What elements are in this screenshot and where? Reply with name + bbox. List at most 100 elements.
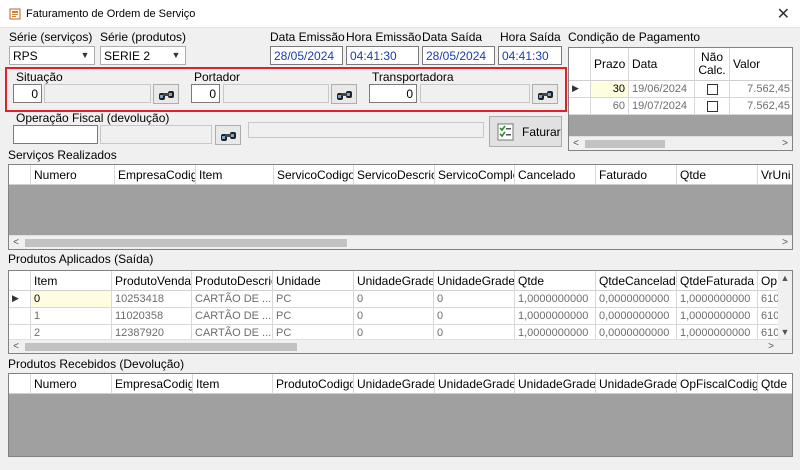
scroll-left-icon[interactable]: <	[569, 137, 583, 150]
cell-nao-calc[interactable]	[695, 81, 730, 98]
col-header[interactable]: UnidadeGrade	[354, 374, 435, 394]
data-saida-field[interactable]: 28/05/2024	[422, 46, 495, 65]
situacao-search-button[interactable]	[153, 84, 179, 104]
scroll-thumb[interactable]	[25, 343, 297, 351]
cell[interactable]: 0,0000000000	[596, 325, 677, 339]
cell[interactable]: 1,0000000000	[515, 291, 596, 308]
cell[interactable]: 0,0000000000	[596, 308, 677, 325]
cell-nao-calc[interactable]	[695, 98, 730, 115]
col-header-nao-calc[interactable]: Não Calc.	[695, 48, 730, 81]
col-header[interactable]: ServicoCodigo	[274, 165, 354, 185]
cell[interactable]: 1	[31, 308, 112, 325]
col-header[interactable]: ProdutoCodigo	[273, 374, 354, 394]
col-header[interactable]: UnidadeGrade	[596, 374, 677, 394]
col-header[interactable]: Numero	[31, 374, 112, 394]
table-row[interactable]: ▶ 0 10253418 CARTÃO DE ... PC 0 0 1,0000…	[9, 291, 780, 308]
cell[interactable]: CARTÃO DE ...	[192, 325, 273, 339]
cell[interactable]: PC	[273, 325, 354, 339]
cell[interactable]: 1,0000000000	[677, 308, 758, 325]
col-header[interactable]: Item	[196, 165, 274, 185]
table-row[interactable]: ▶ 30 19/06/2024 7.562,45	[569, 81, 792, 98]
checkbox[interactable]	[706, 101, 718, 112]
col-header[interactable]: Faturado	[596, 165, 677, 185]
portador-code-field[interactable]: 0	[191, 84, 220, 103]
col-header[interactable]: Qtde	[677, 165, 758, 185]
horizontal-scrollbar[interactable]: < >	[9, 339, 792, 353]
col-header[interactable]: OpFiscalCodig	[677, 374, 758, 394]
col-header[interactable]: Qtde	[515, 271, 596, 291]
scroll-right-icon[interactable]: >	[778, 236, 792, 249]
cell[interactable]: 10253418	[112, 291, 192, 308]
cell[interactable]: 0	[434, 291, 515, 308]
horizontal-scrollbar[interactable]: < >	[9, 235, 792, 249]
produtos-aplicados-grid[interactable]: Item ProdutoVenda( ProdutoDescric Unidad…	[8, 270, 793, 354]
col-header[interactable]: QtdeCancelada	[596, 271, 677, 291]
cell-valor[interactable]: 7.562,45	[730, 98, 792, 115]
col-header[interactable]: Numero	[31, 165, 115, 185]
transportadora-search-button[interactable]	[532, 84, 558, 104]
cell[interactable]: 0	[354, 325, 434, 339]
cell[interactable]: 0	[434, 325, 515, 339]
col-header[interactable]: Cancelado	[515, 165, 596, 185]
cell[interactable]: CARTÃO DE ...	[192, 291, 273, 308]
col-header-valor[interactable]: Valor	[730, 48, 792, 81]
col-header[interactable]: ServicoDescric	[354, 165, 435, 185]
cell-data[interactable]: 19/06/2024	[629, 81, 695, 98]
situacao-code-field[interactable]: 0	[13, 84, 42, 103]
cell-data[interactable]: 19/07/2024	[629, 98, 695, 115]
close-icon[interactable]: ✕	[777, 4, 790, 24]
scroll-left-icon[interactable]: <	[9, 340, 23, 353]
operacao-fiscal-search-button[interactable]	[215, 125, 241, 145]
col-header[interactable]: QtdeFaturada	[677, 271, 758, 291]
table-row[interactable]: 60 19/07/2024 7.562,45	[569, 98, 792, 115]
cell[interactable]: 0	[354, 308, 434, 325]
col-header-data[interactable]: Data	[629, 48, 695, 81]
cell[interactable]: 1,0000000000	[677, 325, 758, 339]
servicos-grid[interactable]: Numero EmpresaCodig Item ServicoCodigo S…	[8, 164, 793, 250]
col-header[interactable]: EmpresaCodig	[115, 165, 196, 185]
data-emissao-field[interactable]: 28/05/2024	[270, 46, 343, 65]
col-header[interactable]: UnidadeGrade	[515, 374, 596, 394]
cell[interactable]: 1,0000000000	[677, 291, 758, 308]
cell[interactable]: 610	[758, 291, 780, 308]
horizontal-scrollbar[interactable]: < >	[569, 136, 792, 150]
col-header[interactable]: UnidadeGrade	[434, 271, 515, 291]
cell[interactable]: 1,0000000000	[515, 308, 596, 325]
col-header[interactable]: Item	[31, 271, 112, 291]
hora-saida-field[interactable]: 04:41:30	[498, 46, 562, 65]
checkbox[interactable]	[706, 84, 718, 95]
col-header[interactable]: Qtde	[758, 374, 792, 394]
operacao-fiscal-code-field[interactable]	[13, 125, 98, 144]
cell[interactable]: PC	[273, 308, 354, 325]
col-header[interactable]: EmpresaCodig	[112, 374, 193, 394]
hora-emissao-field[interactable]: 04:41:30	[346, 46, 419, 65]
produtos-recebidos-grid[interactable]: Numero EmpresaCodig Item ProdutoCodigo U…	[8, 373, 793, 457]
cell[interactable]: 0	[31, 291, 112, 308]
scroll-down-icon[interactable]: ▼	[778, 325, 792, 339]
scroll-right-icon[interactable]: >	[764, 340, 778, 353]
cell[interactable]: 0,0000000000	[596, 291, 677, 308]
scroll-thumb[interactable]	[25, 239, 347, 247]
cell[interactable]: CARTÃO DE ...	[192, 308, 273, 325]
table-row[interactable]: 2 12387920 CARTÃO DE ... PC 0 0 1,000000…	[9, 325, 780, 339]
cell[interactable]: 11020358	[112, 308, 192, 325]
portador-search-button[interactable]	[331, 84, 357, 104]
cell[interactable]: PC	[273, 291, 354, 308]
col-header[interactable]: Unidade	[273, 271, 354, 291]
scroll-left-icon[interactable]: <	[9, 236, 23, 249]
col-header[interactable]: ProdutoVenda(	[112, 271, 192, 291]
serie-servicos-select[interactable]: RPS ▼	[9, 46, 95, 65]
col-header-prazo[interactable]: Prazo	[591, 48, 629, 81]
col-header[interactable]: Item	[193, 374, 273, 394]
table-row[interactable]: 1 11020358 CARTÃO DE ... PC 0 0 1,000000…	[9, 308, 780, 325]
cell[interactable]: 610	[758, 308, 780, 325]
col-header[interactable]: ProdutoDescric	[192, 271, 273, 291]
scroll-thumb[interactable]	[585, 140, 665, 148]
vertical-scrollbar[interactable]: ▲ ▼	[778, 271, 792, 339]
col-header[interactable]: ServicoComple	[435, 165, 515, 185]
cell-prazo[interactable]: 30	[591, 81, 629, 98]
col-header[interactable]: Op	[758, 271, 780, 291]
transportadora-code-field[interactable]: 0	[369, 84, 417, 103]
col-header[interactable]: UnidadeGrade	[435, 374, 515, 394]
cell[interactable]: 0	[434, 308, 515, 325]
